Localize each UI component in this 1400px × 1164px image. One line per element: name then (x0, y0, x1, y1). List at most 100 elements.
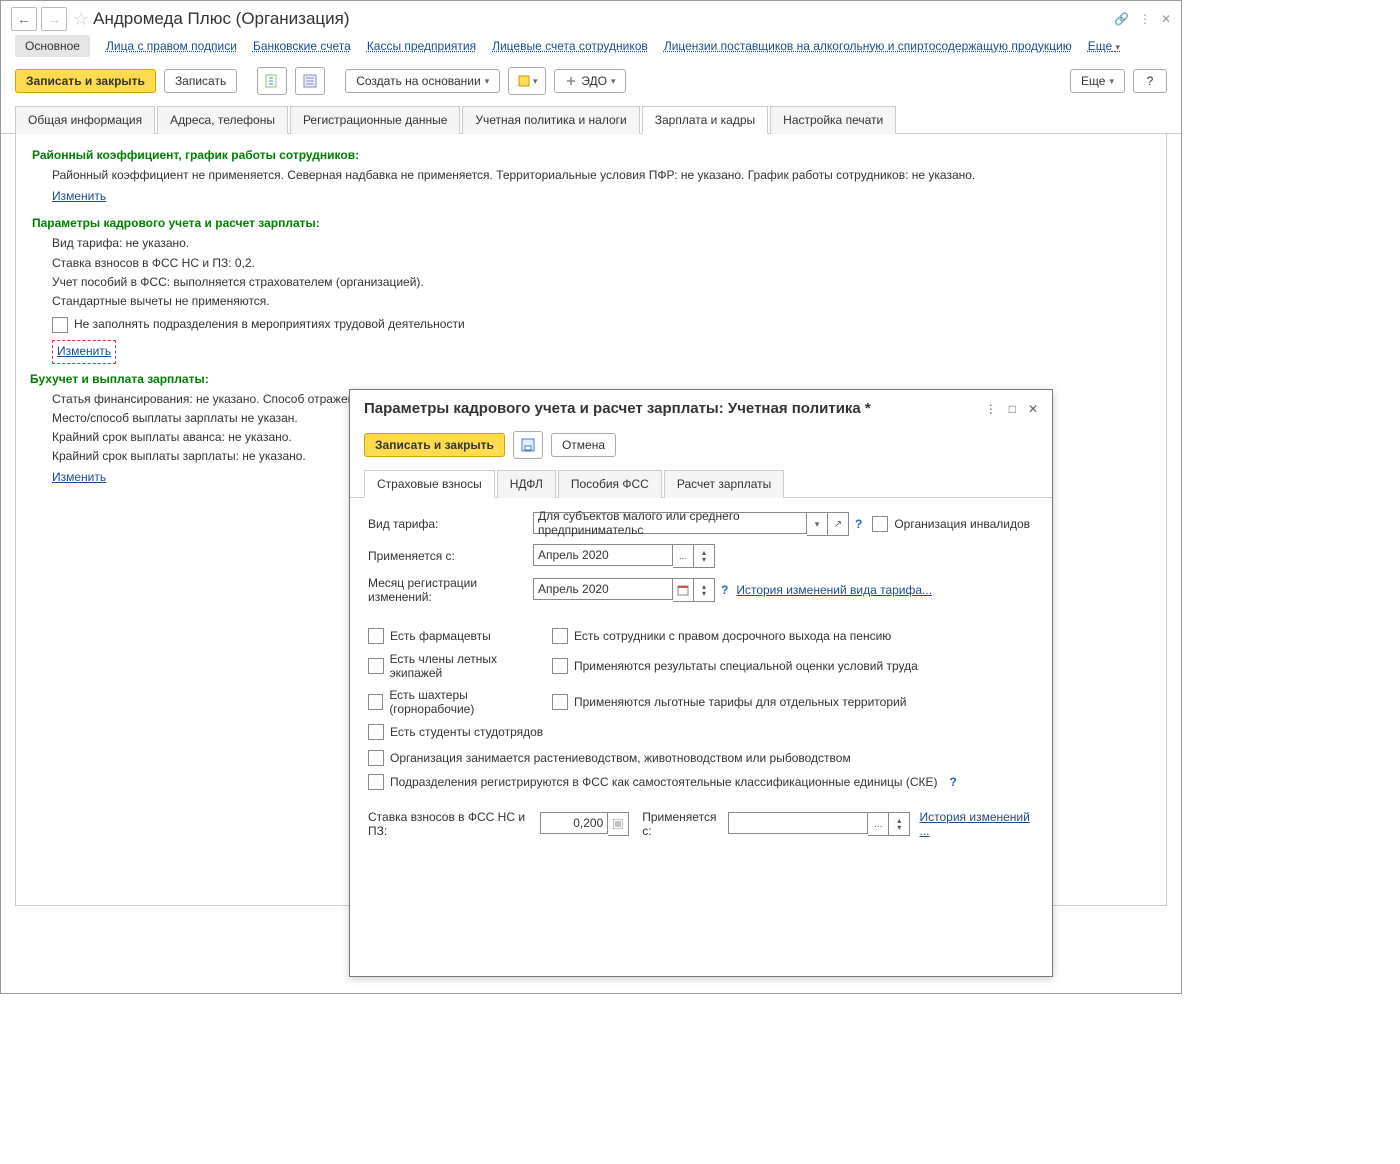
tab-registration[interactable]: Регистрационные данные (290, 106, 460, 134)
reg-month-spinner[interactable]: ▴▾ (694, 578, 715, 602)
dialog-tab-ndfl[interactable]: НДФЛ (497, 470, 556, 498)
nav-link-signers[interactable]: Лица с правом подписи (106, 39, 237, 53)
tariff-label: Вид тарифа: (368, 517, 533, 531)
section-1-title: Районный коэффициент, график работы сотр… (32, 148, 1150, 162)
rate-from-input[interactable] (728, 812, 868, 834)
checkbox-territory-label: Применяются льготные тарифы для отдельны… (574, 695, 906, 709)
checkbox-sout[interactable] (552, 658, 568, 674)
favorite-star-icon[interactable]: ☆ (73, 9, 89, 30)
dialog-body: Вид тарифа: Для субъектов малого или сре… (350, 498, 1052, 860)
tariff-history-link[interactable]: История изменений вида тарифа... (736, 583, 932, 597)
rate-from-picker[interactable]: ... (868, 812, 889, 836)
nav-link-licenses[interactable]: Лицензии поставщиков на алкогольную и сп… (664, 39, 1072, 53)
list-icon-button[interactable] (295, 67, 325, 95)
create-based-button[interactable]: Создать на основании ▾ (345, 69, 500, 93)
reg-month-input[interactable]: Апрель 2020 (533, 578, 673, 600)
checkbox-pension-label: Есть сотрудники с правом досрочного выхо… (574, 629, 891, 643)
tab-print[interactable]: Настройка печати (770, 106, 896, 134)
reg-month-label: Месяц регистрации изменений: (368, 576, 533, 604)
checkbox-flight-label: Есть члены летных экипажей (390, 652, 548, 680)
checkbox-agro-label: Организация занимается растениеводством,… (390, 751, 851, 765)
dialog-save-icon-button[interactable] (513, 431, 543, 459)
app-window: ← → ☆ Андромеда Плюс (Организация) 🔗 ⋮ ✕… (0, 0, 1182, 994)
checkbox-students-label: Есть студенты студотрядов (390, 725, 543, 739)
checkbox-org-invalid-label: Организация инвалидов (894, 517, 1030, 531)
section-2-line-2: Ставка взносов в ФСС НС и ПЗ: 0,2. (52, 254, 1150, 273)
more-button[interactable]: Еще ▾ (1070, 69, 1125, 93)
tab-policy[interactable]: Учетная политика и налоги (462, 106, 639, 134)
checkbox-territory[interactable] (552, 694, 568, 710)
edo-button[interactable]: ЭДО ▾ (554, 69, 626, 93)
checkbox-agro[interactable] (368, 750, 384, 766)
dialog-tab-payroll[interactable]: Расчет зарплаты (664, 470, 784, 498)
reg-month-calendar-button[interactable] (673, 578, 694, 602)
kebab-icon[interactable]: ⋮ (1139, 12, 1151, 26)
dialog-hr-params: Параметры кадрового учета и расчет зарпл… (349, 389, 1053, 977)
attach-dropdown-button[interactable]: ▾ (508, 67, 546, 95)
dialog-tabs: Страховые взносы НДФЛ Пособия ФСС Расчет… (350, 469, 1052, 498)
checkbox-pharm-label: Есть фармацевты (390, 629, 491, 643)
tariff-input[interactable]: Для субъектов малого или среднего предпр… (533, 512, 807, 534)
applies-from-picker[interactable]: ... (673, 544, 694, 568)
close-icon[interactable]: ✕ (1161, 12, 1171, 26)
dialog-close-icon[interactable]: ✕ (1028, 402, 1038, 416)
tab-addresses[interactable]: Адреса, телефоны (157, 106, 288, 134)
dialog-maximize-icon[interactable]: □ (1009, 402, 1016, 416)
checkbox-flight[interactable] (368, 658, 384, 674)
nav-link-more[interactable]: Еще ▾ (1088, 39, 1120, 53)
section-2-line-4: Стандартные вычеты не применяются. (52, 292, 1150, 311)
checkbox-pension[interactable] (552, 628, 568, 644)
nav-link-cashbox[interactable]: Кассы предприятия (367, 39, 476, 53)
section-3-edit-link[interactable]: Изменить (52, 468, 106, 487)
report-icon-button[interactable] (257, 67, 287, 95)
section-2-line-1: Вид тарифа: не указано. (52, 234, 1150, 253)
checkbox-pharm[interactable] (368, 628, 384, 644)
tab-general[interactable]: Общая информация (15, 106, 155, 134)
help-button[interactable]: ? (1133, 69, 1167, 93)
checkbox-org-invalid[interactable] (872, 516, 888, 532)
rate-history-link[interactable]: История изменений ... (920, 810, 1035, 838)
tab-salary-hr[interactable]: Зарплата и кадры (642, 106, 768, 134)
checkbox-miners-label: Есть шахтеры (горнорабочие) (389, 688, 548, 716)
nav-links-row: Основное Лица с правом подписи Банковски… (1, 33, 1181, 67)
link-icon[interactable]: 🔗 (1114, 12, 1129, 26)
checkbox-miners[interactable] (368, 694, 383, 710)
dialog-tab-fss-benefits[interactable]: Пособия ФСС (558, 470, 662, 498)
tariff-help-icon[interactable]: ? (855, 517, 862, 531)
nav-tab-main[interactable]: Основное (15, 35, 90, 57)
rate-input[interactable]: 0,200 (540, 812, 608, 834)
fss-ske-help-icon[interactable]: ? (950, 775, 957, 789)
section-2-line-3: Учет пособий в ФСС: выполняется страхова… (52, 273, 1150, 292)
reg-month-help-icon[interactable]: ? (721, 583, 728, 597)
nav-link-accounts[interactable]: Лицевые счета сотрудников (492, 39, 648, 53)
applies-from-input[interactable]: Апрель 2020 (533, 544, 673, 566)
dialog-tab-contributions[interactable]: Страховые взносы (364, 470, 495, 498)
checkbox-fss-ske-label: Подразделения регистрируются в ФСС как с… (390, 775, 938, 789)
title-row: ← → ☆ Андромеда Плюс (Организация) 🔗 ⋮ ✕ (1, 1, 1181, 33)
applies-from-spinner[interactable]: ▴▾ (694, 544, 715, 568)
save-close-button[interactable]: Записать и закрыть (15, 69, 156, 93)
save-button[interactable]: Записать (164, 69, 237, 93)
rate-label: Ставка взносов в ФСС НС и ПЗ: (368, 810, 534, 838)
checkbox-no-fill-dept[interactable] (52, 317, 68, 333)
section-2-edit-link[interactable]: Изменить (52, 340, 116, 363)
rate-from-spinner[interactable]: ▴▾ (889, 812, 910, 836)
checkbox-students[interactable] (368, 724, 384, 740)
checkbox-sout-label: Применяются результаты специальной оценк… (574, 659, 918, 673)
inner-tabs: Общая информация Адреса, телефоны Регист… (1, 105, 1181, 134)
dialog-title: Параметры кадрового учета и расчет зарпл… (364, 400, 871, 417)
section-1-edit-link[interactable]: Изменить (52, 187, 106, 206)
tariff-open-button[interactable]: ↗ (828, 512, 849, 536)
dialog-cancel-button[interactable]: Отмена (551, 433, 616, 457)
tariff-dropdown-button[interactable]: ▾ (807, 512, 828, 536)
section-2-title: Параметры кадрового учета и расчет зарпл… (32, 216, 1150, 230)
forward-button[interactable]: → (41, 7, 67, 31)
checkbox-no-fill-dept-label: Не заполнять подразделения в мероприятия… (74, 315, 465, 334)
back-button[interactable]: ← (11, 7, 37, 31)
dialog-save-close-button[interactable]: Записать и закрыть (364, 433, 505, 457)
dialog-kebab-icon[interactable]: ⋮ (985, 402, 997, 416)
nav-link-bank[interactable]: Банковские счета (253, 39, 351, 53)
checkbox-fss-ske[interactable] (368, 774, 384, 790)
rate-from-label: Применяется с: (642, 810, 722, 838)
rate-calc-button[interactable] (608, 812, 629, 836)
